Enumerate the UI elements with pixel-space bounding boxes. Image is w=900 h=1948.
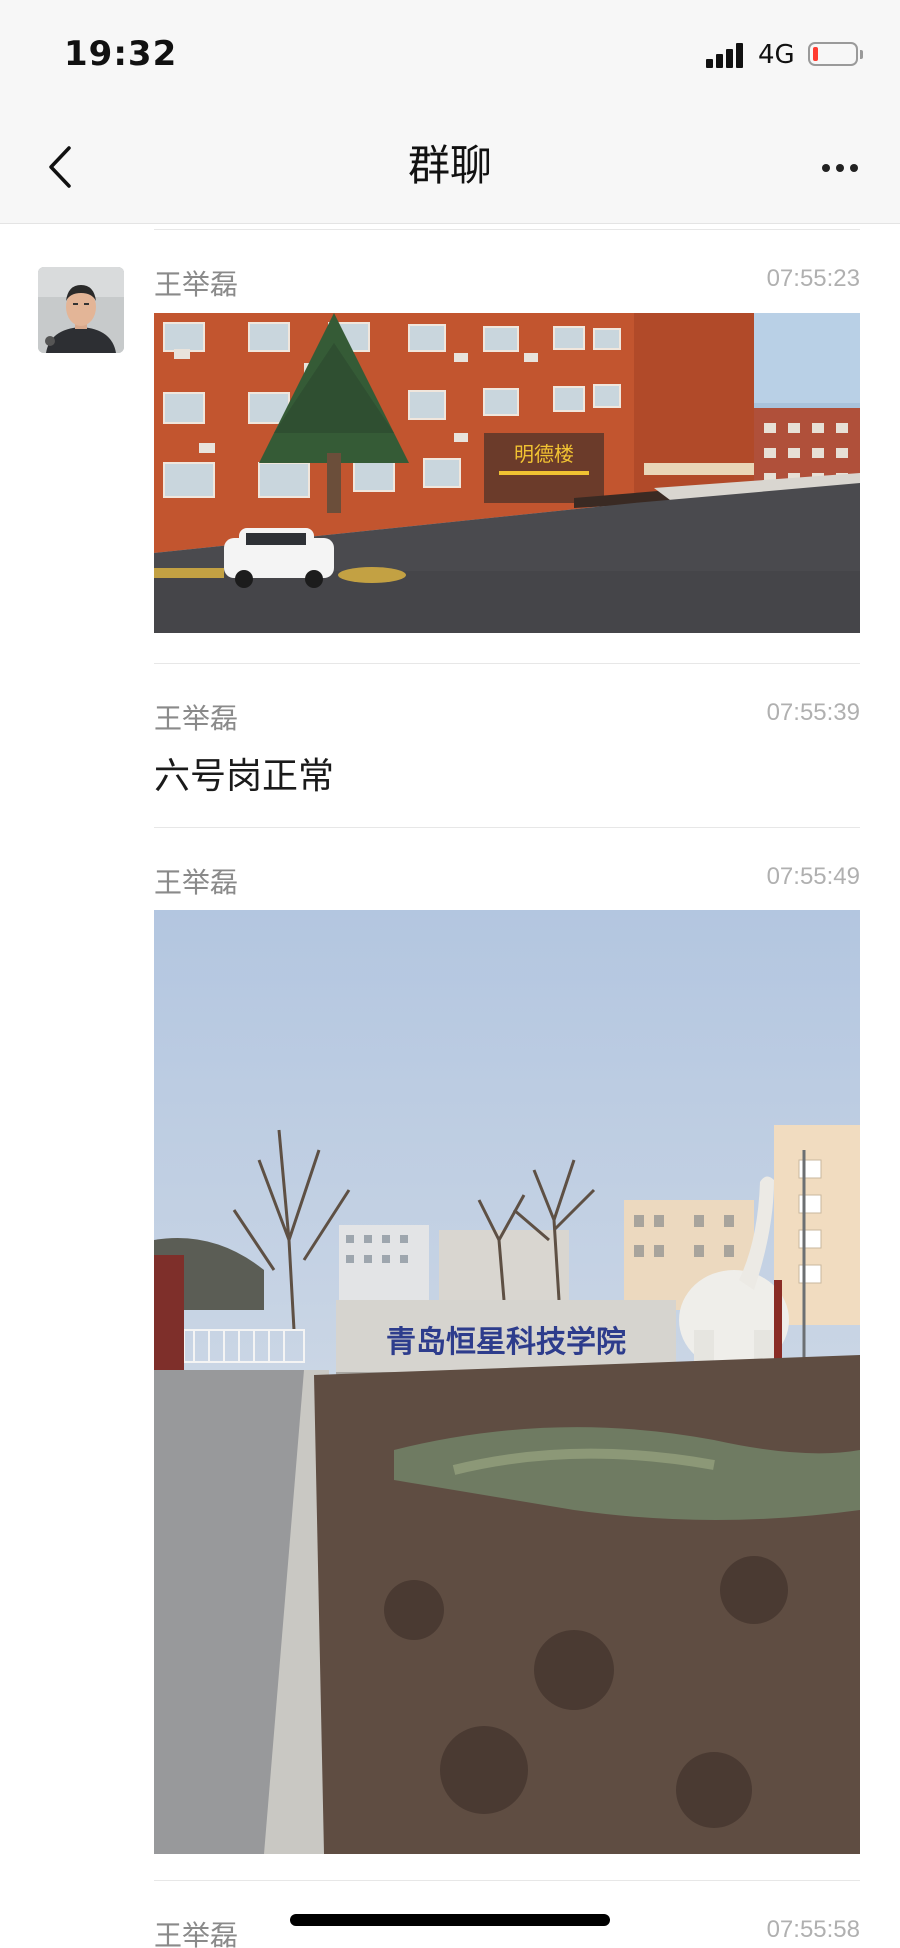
divider [154, 229, 860, 230]
divider [154, 827, 860, 828]
home-indicator[interactable] [290, 1914, 610, 1926]
message-time: 07:55:49 [766, 863, 860, 890]
page-title: 群聊 [407, 141, 492, 190]
avatar-photo [38, 267, 124, 353]
campus-sign: 青岛恒星科技学院 [386, 1325, 626, 1360]
message-time: 07:55:58 [766, 1916, 860, 1943]
divider [154, 663, 860, 664]
avatar[interactable] [38, 267, 124, 353]
network-label: 4G [758, 40, 795, 70]
sender-name: 王举磊 [154, 1919, 239, 1948]
nav-bar: 群聊 [0, 110, 900, 224]
message-text[interactable]: 六号岗正常 [154, 747, 334, 799]
sender-name: 王举磊 [154, 702, 239, 735]
campus-gate-photo: 青岛恒星科技学院 [154, 910, 860, 1854]
message-time: 07:55:39 [766, 699, 860, 726]
building-sign: 明德楼 [514, 442, 574, 466]
message-time: 07:55:23 [766, 265, 860, 292]
battery-cap [860, 50, 863, 59]
more-dots-icon [822, 164, 830, 172]
image-message[interactable]: 明德楼 [154, 313, 860, 633]
sender-name: 王举磊 [154, 866, 239, 899]
status-bar: 19:32 4G [0, 0, 900, 110]
more-button[interactable] [810, 140, 870, 196]
battery-icon [808, 42, 858, 66]
image-message[interactable]: 青岛恒星科技学院 [154, 910, 860, 1854]
status-time: 19:32 [64, 34, 178, 74]
building-photo: 明德楼 [154, 313, 860, 633]
chat-area[interactable]: 王举磊 07:55:23 明德楼 王举磊 07:55:39 六号岗正常 王举磊 … [0, 225, 900, 1948]
sender-name: 王举磊 [154, 268, 239, 301]
divider [154, 1880, 860, 1881]
signal-icon [706, 42, 748, 68]
